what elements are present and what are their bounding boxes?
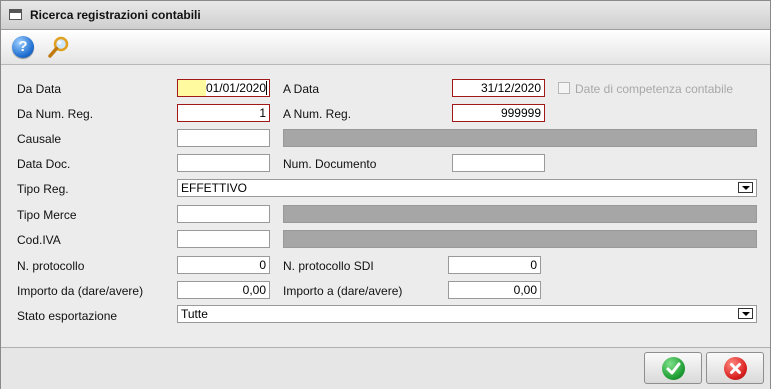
n-protocollo-sdi-label: N. protocollo SDI (283, 259, 374, 273)
da-data-input[interactable]: 01/01/2020 (177, 79, 270, 97)
stato-esportazione-select[interactable]: Tutte (177, 305, 757, 323)
cod-iva-input[interactable] (177, 230, 270, 248)
da-num-reg-input[interactable]: 1 (177, 104, 270, 122)
window-icon (9, 9, 22, 20)
chevron-down-icon[interactable] (738, 182, 753, 193)
button-bar (1, 347, 770, 389)
cod-iva-description (283, 230, 757, 248)
num-documento-label: Num. Documento (283, 157, 377, 171)
a-num-reg-input[interactable]: 999999 (452, 104, 545, 122)
title-bar[interactable]: Ricerca registrazioni contabili (1, 1, 770, 30)
tipo-merce-description (283, 205, 757, 223)
tipo-reg-value: EFFETTIVO (181, 181, 247, 195)
stato-esportazione-label: Stato esportazione (17, 309, 118, 323)
causale-description (283, 129, 757, 147)
competenza-label: Date di competenza contabile (575, 82, 734, 96)
tipo-merce-input[interactable] (177, 205, 270, 223)
cod-iva-label: Cod.IVA (17, 233, 61, 247)
data-doc-input[interactable] (177, 154, 270, 172)
data-doc-label: Data Doc. (17, 157, 71, 171)
n-protocollo-input[interactable]: 0 (177, 256, 270, 274)
da-num-reg-label: Da Num. Reg. (17, 107, 94, 121)
importo-da-label: Importo da (dare/avere) (17, 284, 144, 298)
ok-button[interactable] (644, 352, 702, 384)
competenza-checkbox[interactable] (558, 82, 570, 94)
importo-a-input[interactable]: 0,00 (448, 281, 541, 299)
n-protocollo-sdi-input[interactable]: 0 (448, 256, 541, 274)
a-num-reg-label: A Num. Reg. (283, 107, 352, 121)
tipo-merce-label: Tipo Merce (17, 208, 77, 222)
tipo-reg-label: Tipo Reg. (17, 182, 69, 196)
help-icon[interactable]: ? (12, 36, 34, 58)
text-cursor (266, 81, 267, 95)
importo-a-label: Importo a (dare/avere) (283, 284, 403, 298)
importo-da-input[interactable]: 0,00 (177, 281, 270, 299)
chevron-down-icon[interactable] (738, 308, 753, 319)
a-data-input[interactable]: 31/12/2020 (452, 79, 545, 97)
a-data-label: A Data (283, 82, 320, 96)
causale-label: Causale (17, 132, 62, 146)
num-documento-input[interactable] (452, 154, 545, 172)
tipo-reg-select[interactable]: EFFETTIVO (177, 179, 757, 197)
cancel-button[interactable] (706, 352, 764, 384)
da-data-label: Da Data (17, 82, 62, 96)
search-dialog: Ricerca registrazioni contabili ? Da Dat… (0, 0, 771, 389)
checkmark-icon (662, 357, 685, 380)
da-data-value: 01/01/2020 (205, 81, 266, 95)
window-title: Ricerca registrazioni contabili (30, 8, 201, 22)
n-protocollo-label: N. protocollo (17, 259, 85, 273)
causale-input[interactable] (177, 129, 270, 147)
search-icon[interactable] (47, 35, 71, 59)
x-icon (724, 357, 747, 380)
search-form: Da Data 01/01/2020 A Data 31/12/2020 Dat… (1, 65, 770, 345)
toolbar: ? (1, 30, 770, 65)
stato-esportazione-value: Tutte (181, 307, 208, 321)
